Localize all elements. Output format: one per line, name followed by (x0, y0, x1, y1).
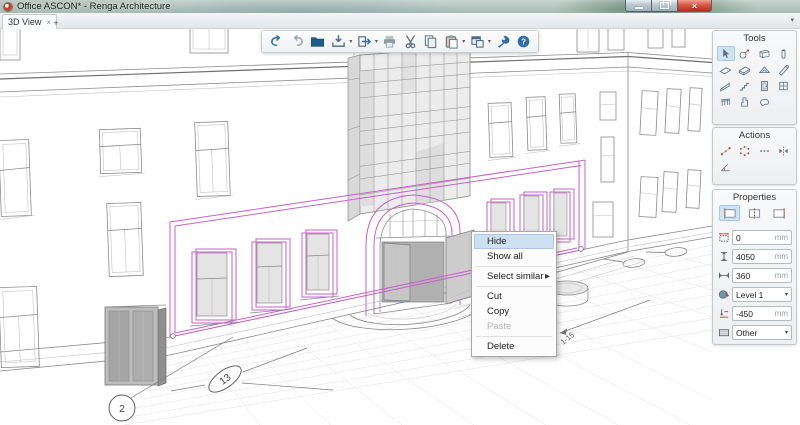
column-tool[interactable] (774, 46, 792, 61)
selected-window (250, 239, 292, 313)
tab-label: 3D View (8, 17, 41, 27)
close-button[interactable]: × (677, 0, 712, 12)
offset-icon (717, 232, 730, 243)
properties-panel-title: Properties (713, 190, 796, 204)
style-icon (717, 327, 730, 338)
windows-ground (0, 202, 166, 386)
app-icon (3, 2, 13, 12)
ramp-tool[interactable] (717, 78, 735, 93)
thickness-icon (717, 270, 730, 281)
help-button[interactable]: ? (514, 33, 532, 51)
actions-panel: Actions (712, 127, 797, 185)
menu-item-delete[interactable]: Delete (474, 339, 554, 354)
windows-side (639, 88, 702, 218)
open-project-button[interactable] (309, 33, 327, 51)
thickness-field[interactable]: 360 mm (732, 268, 792, 283)
selection-grip (579, 247, 584, 252)
properties-panel: Properties 0 mm 4050 mm (712, 189, 797, 345)
minimize-button[interactable] (625, 0, 651, 12)
level-icon (717, 289, 730, 300)
menu-item-show-all[interactable]: Show all (474, 249, 554, 264)
height-field[interactable]: 4050 mm (732, 249, 792, 264)
windows-layout-button[interactable] (468, 33, 486, 51)
selected-window (190, 249, 238, 326)
beam-tool[interactable] (774, 62, 792, 77)
close-icon: × (692, 1, 697, 11)
paste-dropdown-icon[interactable]: ▾ (462, 38, 465, 45)
restore-button[interactable] (651, 0, 677, 12)
menu-item-cut[interactable]: Cut (474, 289, 554, 304)
measure-tool[interactable] (736, 46, 754, 61)
railing-tool[interactable] (717, 94, 735, 109)
actions-panel-title: Actions (713, 128, 796, 142)
svg-text:?: ? (521, 37, 526, 46)
menu-separator (476, 336, 552, 337)
slab-tool[interactable] (736, 62, 754, 77)
axis-bubble-2: 2 (119, 403, 125, 415)
print-button[interactable] (381, 33, 399, 51)
building-facade[interactable]: 2 13 1-15 (0, 28, 712, 421)
floor-tool[interactable] (717, 62, 735, 77)
level-select[interactable]: Level 1 ▾ (732, 287, 792, 302)
menu-item-select-similar[interactable]: Select similar ▶ (474, 269, 554, 284)
tools-panel-title: Tools (713, 31, 796, 45)
window-tool[interactable] (774, 78, 792, 93)
stair-tool[interactable] (736, 78, 754, 93)
context-menu: Hide Show all Select similar ▶ Cut Copy … (471, 231, 557, 357)
style-select[interactable]: Other ▾ (732, 325, 792, 340)
height-icon (717, 251, 730, 262)
level-dropdown-icon: ▾ (785, 291, 788, 298)
service-door (105, 305, 166, 386)
menu-separator (476, 266, 552, 267)
minimize-icon (635, 7, 643, 9)
paste-button[interactable] (443, 33, 461, 51)
new-tab-button[interactable]: + (48, 16, 64, 29)
redo-button[interactable] (289, 33, 307, 51)
wall-tool[interactable] (755, 46, 773, 61)
undo-button[interactable] (268, 33, 286, 51)
door-tool[interactable] (755, 78, 773, 93)
main-toolbar: ▾ ▾ ▾ ▾ ? (261, 30, 539, 53)
base-offset-field[interactable]: -450 mm (732, 306, 792, 321)
menu-item-copy[interactable]: Copy (474, 304, 554, 319)
mirror-action[interactable] (774, 143, 792, 158)
angle-action[interactable] (717, 159, 735, 174)
base-offset-icon (717, 308, 730, 319)
export-button[interactable] (355, 33, 373, 51)
selected-window (300, 230, 339, 300)
tab-overflow-chevron-icon[interactable]: ▾ (790, 16, 794, 24)
roof-tool[interactable] (755, 62, 773, 77)
style-dropdown-icon: ▾ (785, 329, 788, 336)
placement-center-toggle[interactable] (744, 205, 765, 221)
menu-item-hide[interactable]: Hide (474, 234, 554, 249)
3d-viewport[interactable]: 2 13 1-15 (0, 28, 800, 425)
plumbing-tool[interactable] (736, 94, 754, 109)
array-action[interactable] (736, 143, 754, 158)
cut-button[interactable] (402, 33, 420, 51)
selection-grip (171, 334, 176, 339)
curtain-wall[interactable] (348, 39, 474, 222)
submenu-arrow-icon: ▶ (545, 269, 550, 284)
tab-bar: 3D View × + ▾ (0, 13, 800, 29)
room-tool[interactable] (755, 94, 773, 109)
restore-icon (660, 2, 669, 9)
windows-dropdown-icon[interactable]: ▾ (488, 38, 491, 45)
settings-wrench-button[interactable] (494, 33, 512, 51)
menu-item-paste: Paste (474, 319, 554, 334)
more-actions[interactable] (755, 143, 773, 158)
window-controls: × (625, 0, 712, 12)
edit-nodes-action[interactable] (717, 143, 735, 158)
select-tool[interactable] (717, 46, 735, 61)
placement-inside-toggle[interactable] (769, 205, 790, 221)
window-title: Office ASCON* - Renga Architecture (17, 1, 170, 12)
save-dropdown-icon[interactable]: ▾ (349, 38, 352, 45)
placement-outside-toggle[interactable] (719, 205, 740, 221)
export-dropdown-icon[interactable]: ▾ (375, 38, 378, 45)
save-button[interactable] (330, 33, 348, 51)
tools-panel: Tools (712, 30, 797, 125)
offset-field[interactable]: 0 mm (732, 230, 792, 245)
menu-separator (476, 286, 552, 287)
copy-button[interactable] (422, 33, 440, 51)
